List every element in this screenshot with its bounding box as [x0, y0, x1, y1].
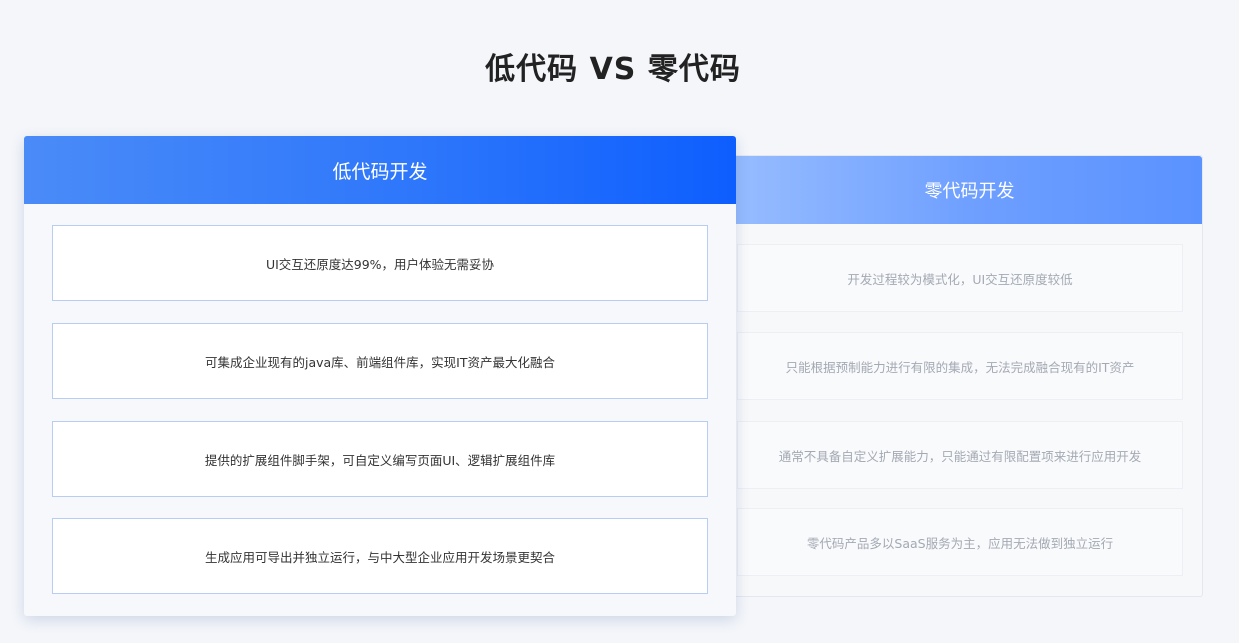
zero-code-item: 零代码产品多以SaaS服务为主，应用无法做到独立运行: [737, 508, 1183, 576]
zero-code-item: 开发过程较为模式化，UI交互还原度较低: [737, 244, 1183, 312]
page-title: 低代码 VS 零代码: [485, 52, 741, 87]
low-code-item: UI交互还原度达99%，用户体验无需妥协: [52, 225, 708, 301]
low-code-item: 生成应用可导出并独立运行，与中大型企业应用开发场景更契合: [52, 518, 708, 594]
low-code-item: 提供的扩展组件脚手架，可自定义编写页面UI、逻辑扩展组件库: [52, 421, 708, 497]
zero-code-item: 通常不具备自定义扩展能力，只能通过有限配置项来进行应用开发: [737, 421, 1183, 489]
comparison-page: 低代码 VS 零代码 零代码开发 开发过程较为模式化，UI交互还原度较低 只能根…: [0, 0, 1239, 643]
low-code-card: 低代码开发 UI交互还原度达99%，用户体验无需妥协 可集成企业现有的java库…: [24, 136, 736, 616]
low-code-item: 可集成企业现有的java库、前端组件库，实现IT资产最大化融合: [52, 323, 708, 399]
zero-code-card: 零代码开发 开发过程较为模式化，UI交互还原度较低 只能根据预制能力进行有限的集…: [700, 155, 1203, 597]
zero-code-item: 只能根据预制能力进行有限的集成，无法完成融合现有的IT资产: [737, 332, 1183, 400]
zero-code-card-header: 零代码开发: [701, 156, 1202, 224]
low-code-card-header: 低代码开发: [24, 136, 736, 204]
